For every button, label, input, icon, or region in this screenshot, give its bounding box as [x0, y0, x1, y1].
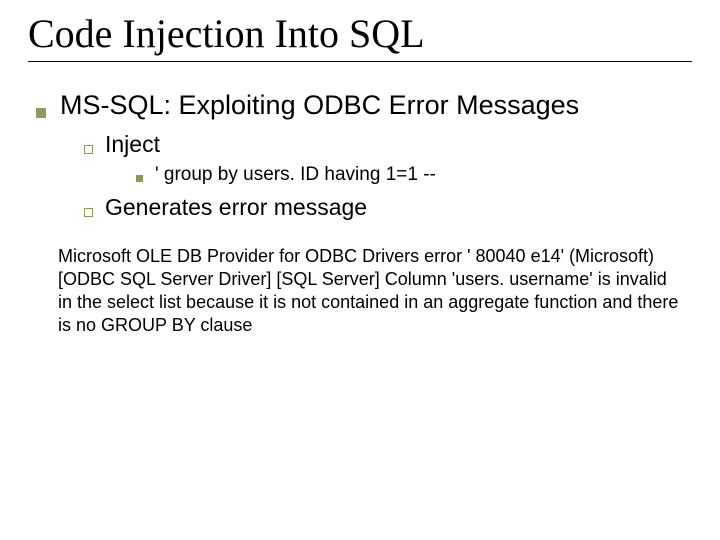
- level1-text: MS-SQL: Exploiting ODBC Error Messages: [60, 90, 579, 121]
- bullet-level2-inject: Inject: [84, 131, 692, 158]
- hollow-square-icon: [84, 208, 93, 217]
- bullet-level3-code: ' group by users. ID having 1=1 --: [136, 164, 692, 186]
- level2-text: Generates error message: [105, 194, 367, 221]
- slide: Code Injection Into SQL MS-SQL: Exploiti…: [0, 0, 720, 337]
- title-rule: [28, 61, 692, 62]
- bullet-level1: MS-SQL: Exploiting ODBC Error Messages: [36, 90, 692, 121]
- page-title: Code Injection Into SQL: [28, 10, 692, 57]
- hollow-square-icon: [84, 145, 93, 154]
- square-bullet-icon: [136, 175, 143, 182]
- level3-text: ' group by users. ID having 1=1 --: [155, 164, 436, 186]
- error-message-body: Microsoft OLE DB Provider for ODBC Drive…: [58, 245, 684, 337]
- level2-text: Inject: [105, 131, 160, 158]
- square-bullet-icon: [36, 108, 46, 118]
- bullet-level2-generates: Generates error message: [84, 194, 692, 221]
